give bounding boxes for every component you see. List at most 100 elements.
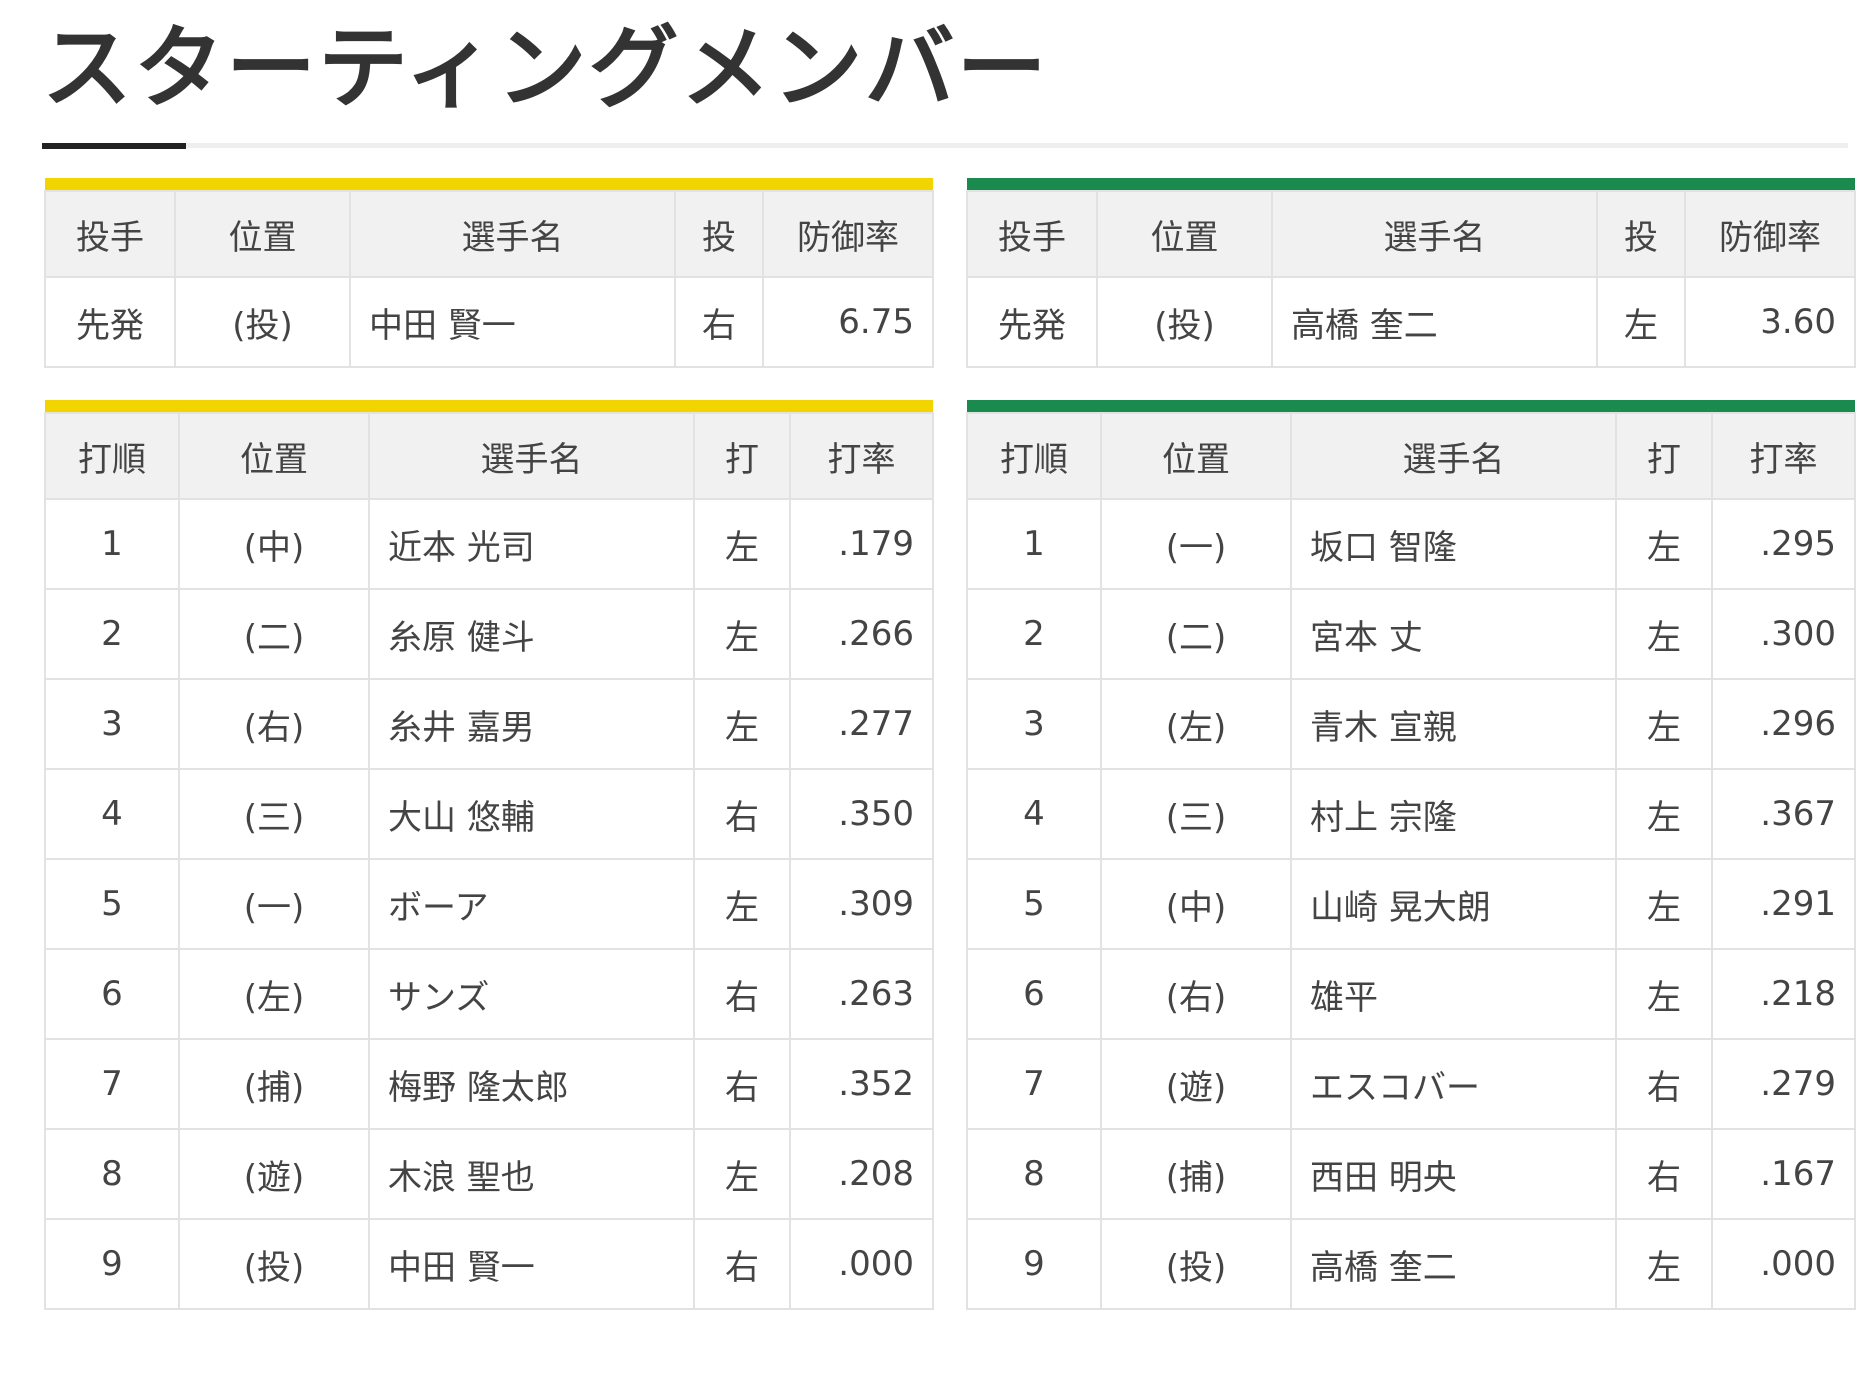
player-name-link[interactable]: 近本 光司 [368, 498, 695, 590]
table-row: 5 (中) 山崎 晃大朗左 .291 [966, 858, 1856, 950]
player-bats: 右 [693, 1218, 791, 1310]
player-position: (遊) [178, 1128, 370, 1220]
player-name-link[interactable]: ボーア [368, 858, 695, 950]
player-bats: 左 [693, 498, 791, 590]
player-name-link[interactable]: エスコバー [1290, 1038, 1617, 1130]
col-header-batting-average: 打率 [789, 412, 934, 500]
batting-order: 5 [966, 858, 1102, 950]
player-name-link[interactable]: 大山 悠輔 [368, 768, 695, 860]
player-bats: 左 [1615, 498, 1713, 590]
player-position: (二) [1100, 588, 1292, 680]
table-row: 1 (一) 坂口 智隆左 .295 [966, 498, 1856, 590]
player-name-link[interactable]: 山崎 晃大朗 [1290, 858, 1617, 950]
pitcher-era: 3.60 [1684, 276, 1856, 368]
batting-order: 8 [966, 1128, 1102, 1220]
player-name-link[interactable]: 糸原 健斗 [368, 588, 695, 680]
player-name-link[interactable]: サンズ [368, 948, 695, 1040]
pitcher-row: 先発 (投) 高橋 奎二 左 3.60 [966, 276, 1856, 368]
table-row: 9 (投) 中田 賢一右 .000 [44, 1218, 934, 1310]
table-row: 3 (左) 青木 宣親左 .296 [966, 678, 1856, 770]
player-bats: 右 [693, 768, 791, 860]
batting-order: 9 [44, 1218, 180, 1310]
batting-order: 2 [966, 588, 1102, 680]
col-header-position: 位置 [1096, 190, 1273, 278]
table-row: 4 (三) 大山 悠輔右 .350 [44, 768, 934, 860]
table-row: 3 (右) 糸井 嘉男左 .277 [44, 678, 934, 770]
batting-order: 8 [44, 1128, 180, 1220]
title-underline [42, 143, 1848, 148]
player-name-link[interactable]: 雄平 [1290, 948, 1617, 1040]
pitcher-name-link[interactable]: 中田 賢一 [349, 276, 676, 368]
pitcher-name-link[interactable]: 高橋 奎二 [1271, 276, 1598, 368]
batting-order: 9 [966, 1218, 1102, 1310]
col-header-player-name: 選手名 [1290, 412, 1617, 500]
player-position: (左) [1100, 678, 1292, 770]
table-row: 7 (捕) 梅野 隆太郎右 .352 [44, 1038, 934, 1130]
player-batting-average: .000 [1711, 1218, 1856, 1310]
col-header-player-name: 選手名 [1271, 190, 1598, 278]
player-bats: 左 [693, 858, 791, 950]
player-bats: 左 [693, 1128, 791, 1220]
player-position: (一) [178, 858, 370, 950]
col-header-batting-average: 打率 [1711, 412, 1856, 500]
batting-order: 3 [966, 678, 1102, 770]
player-position: (右) [178, 678, 370, 770]
player-name-link[interactable]: 高橋 奎二 [1290, 1218, 1617, 1310]
player-bats: 右 [1615, 1038, 1713, 1130]
pitcher-position: (投) [174, 276, 351, 368]
player-batting-average: .179 [789, 498, 934, 590]
player-batting-average: .277 [789, 678, 934, 770]
player-batting-average: .352 [789, 1038, 934, 1130]
away-batting-order-table: 打順 位置 選手名 打 打率 1 (一) 坂口 智隆左 .295 2 (二) 宮本 丈左 .3… [966, 400, 1856, 1310]
player-name-link[interactable]: 梅野 隆太郎 [368, 1038, 695, 1130]
player-position: (中) [1100, 858, 1292, 950]
page-title: スターティングメンバー [42, 16, 1049, 121]
player-name-link[interactable]: 糸井 嘉男 [368, 678, 695, 770]
table-row: 1 (中) 近本 光司左 .179 [44, 498, 934, 590]
player-name-link[interactable]: 村上 宗隆 [1290, 768, 1617, 860]
table-row: 7 (遊) エスコバー右 .279 [966, 1038, 1856, 1130]
table-row: 2 (二) 宮本 丈左 .300 [966, 588, 1856, 680]
home-team-color-bar [45, 400, 933, 413]
player-bats: 左 [1615, 588, 1713, 680]
player-name-link[interactable]: 木浪 聖也 [368, 1128, 695, 1220]
col-header-position: 位置 [178, 412, 370, 500]
player-batting-average: .208 [789, 1128, 934, 1220]
batting-order: 4 [44, 768, 180, 860]
player-position: (捕) [1100, 1128, 1292, 1220]
home-team-color-bar [45, 178, 933, 191]
player-batting-average: .296 [1711, 678, 1856, 770]
player-name-link[interactable]: 中田 賢一 [368, 1218, 695, 1310]
table-row: 2 (二) 糸原 健斗左 .266 [44, 588, 934, 680]
away-pitcher-table: 投手 位置 選手名 投 防御率 先発 (投) 高橋 奎二 左 3.60 [966, 178, 1856, 368]
player-bats: 左 [1615, 768, 1713, 860]
away-team-color-bar [967, 400, 1855, 413]
player-position: (三) [178, 768, 370, 860]
table-row: 4 (三) 村上 宗隆左 .367 [966, 768, 1856, 860]
player-batting-average: .367 [1711, 768, 1856, 860]
col-header-pitcher: 投手 [44, 190, 176, 278]
player-bats: 左 [1615, 858, 1713, 950]
player-name-link[interactable]: 宮本 丈 [1290, 588, 1617, 680]
player-batting-average: .309 [789, 858, 934, 950]
player-name-link[interactable]: 青木 宣親 [1290, 678, 1617, 770]
player-position: (三) [1100, 768, 1292, 860]
player-batting-average: .291 [1711, 858, 1856, 950]
col-header-position: 位置 [1100, 412, 1292, 500]
player-bats: 左 [1615, 948, 1713, 1040]
batting-order: 7 [44, 1038, 180, 1130]
player-position: (投) [178, 1218, 370, 1310]
player-position: (右) [1100, 948, 1292, 1040]
col-header-era: 防御率 [762, 190, 934, 278]
pitcher-role: 先発 [44, 276, 176, 368]
player-bats: 左 [693, 588, 791, 680]
player-name-link[interactable]: 西田 明央 [1290, 1128, 1617, 1220]
player-bats: 左 [1615, 678, 1713, 770]
table-row: 9 (投) 高橋 奎二左 .000 [966, 1218, 1856, 1310]
player-position: (左) [178, 948, 370, 1040]
batting-order: 1 [44, 498, 180, 590]
player-name-link[interactable]: 坂口 智隆 [1290, 498, 1617, 590]
table-row: 6 (左) サンズ右 .263 [44, 948, 934, 1040]
player-batting-average: .266 [789, 588, 934, 680]
col-header-batting-order: 打順 [44, 412, 180, 500]
